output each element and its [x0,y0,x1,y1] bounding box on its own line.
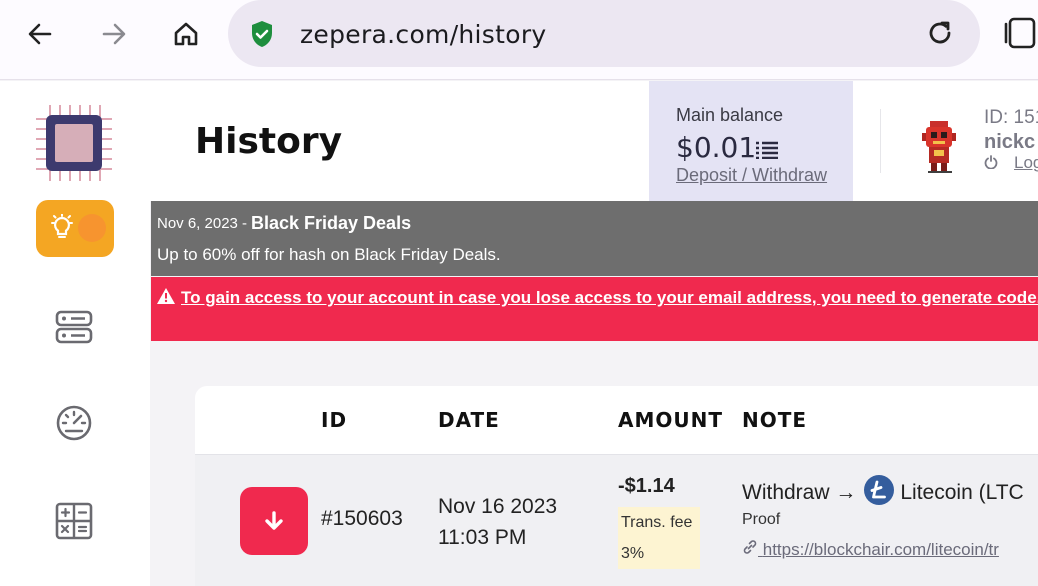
shield-check-icon [250,20,274,53]
transaction-date-time: 11:03 PM [438,526,527,549]
news-banner[interactable]: Nov 6, 2023 - Black Friday Deals Up to 6… [151,201,1038,276]
arrow-down-icon [265,511,283,530]
address-bar[interactable]: zepera.com/history [228,0,980,67]
proof-url[interactable]: https://blockchair.com/litecoin/tr [763,540,999,559]
tabs-icon[interactable] [1002,14,1038,55]
reload-icon[interactable] [925,18,955,53]
deposit-withdraw-link[interactable]: Deposit / Withdraw [676,165,827,186]
link-icon [742,540,763,559]
url-text[interactable]: zepera.com/history [300,20,547,49]
home-icon[interactable] [166,14,206,54]
page-title: History [195,121,343,162]
back-arrow-icon[interactable] [20,14,60,54]
sidebar [0,81,150,586]
transaction-date-day: Nov 16 2023 [438,495,558,518]
toggle-knob [78,214,106,242]
news-body: Up to 60% off for hash on Black Friday D… [157,245,501,264]
history-table: ID DATE AMOUNT NOTE #150603 Nov 16 2023 … [195,386,1038,586]
security-alert[interactable]: To gain access to your account in case y… [151,277,1038,341]
browser-toolbar: zepera.com/history [0,0,1038,80]
cpu-chip-icon[interactable] [34,103,114,188]
header-divider [880,109,881,173]
transaction-note: Withdraw → Litecoin (LTC [742,475,1024,511]
note-coin: Litecoin (LTC [900,481,1024,504]
proof-label: Proof [742,511,781,528]
litecoin-icon [864,475,895,511]
user-id: ID: 151 [984,107,1038,128]
power-icon[interactable] [984,155,998,174]
feature-toggle[interactable] [36,200,114,257]
column-header-amount: AMOUNT [618,408,724,432]
balance-value: $0.01 [676,131,757,164]
withdraw-badge [240,487,308,555]
balance-panel: Main balance $0.01 Deposit / Withdraw [649,81,853,201]
speedometer-icon[interactable] [54,403,94,448]
balance-label: Main balance [676,105,784,125]
alert-text-container[interactable]: To gain access to your account in case y… [157,285,1038,312]
column-header-note: NOTE [742,408,808,432]
user-name: nickc [984,131,1036,153]
news-title[interactable]: Black Friday Deals [251,213,411,234]
column-header-date: DATE [438,408,500,432]
warning-icon [157,286,175,312]
proof-link[interactable]: https://blockchair.com/litecoin/tr [742,539,999,560]
logout-link[interactable]: Log [1014,153,1038,173]
lightbulb-icon [50,213,74,247]
list-icon[interactable] [756,141,778,164]
avatar[interactable] [922,121,956,178]
transaction-date: Nov 16 2023 11:03 PM [438,491,608,553]
transaction-id: #150603 [321,507,403,530]
calculator-icon[interactable] [54,501,94,546]
fee-badge: Trans. fee 3% [618,507,700,569]
news-date: Nov 6, 2023 - [157,215,248,232]
column-header-id: ID [321,408,348,432]
server-icon[interactable] [54,307,94,352]
note-prefix: Withdraw → [742,481,857,504]
transaction-amount: -$1.14 [618,475,675,497]
table-row: #150603 Nov 16 2023 11:03 PM -$1.14 Tran… [195,454,1038,586]
page-header: History Main balance $0.01 Deposit / Wit… [150,81,1038,201]
forward-arrow-icon[interactable] [94,14,134,54]
alert-link[interactable]: To gain access to your account in case y… [181,288,1038,307]
